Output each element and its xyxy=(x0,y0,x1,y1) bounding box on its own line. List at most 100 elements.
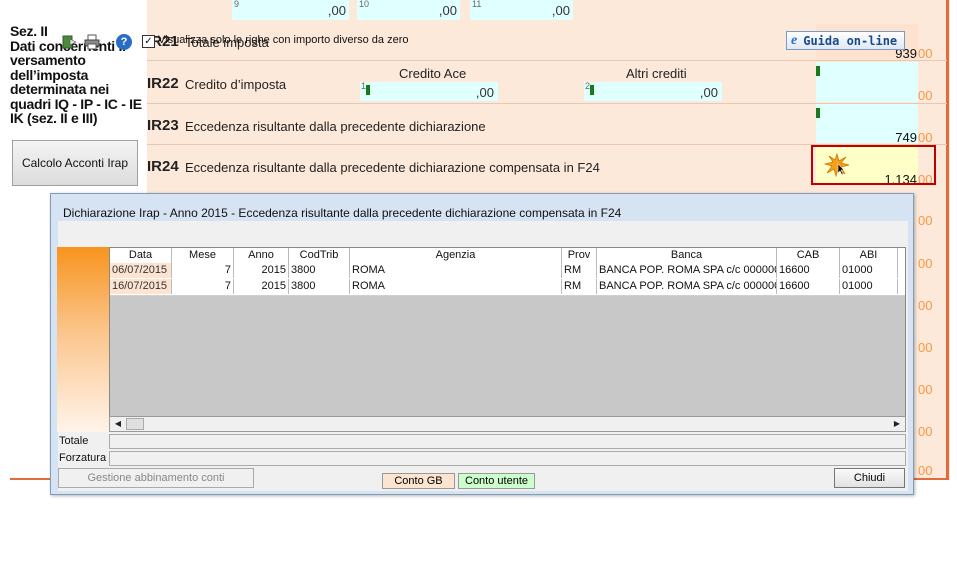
hidden-row-decimals: 00 xyxy=(918,424,933,439)
button-label: Guida on-line xyxy=(803,33,898,48)
cell-mese: 7 xyxy=(172,279,234,294)
cell-prov: RM xyxy=(562,263,597,278)
gestione-abbinamento-button[interactable]: Gestione abbinamento conti xyxy=(58,468,254,488)
legend-label: Conto GB xyxy=(394,475,443,487)
form-right-border xyxy=(946,0,949,480)
cell-banca: BANCA POP. ROMA SPA c/c 0000000 xyxy=(599,279,777,294)
cell-cab: 16600 xyxy=(777,279,840,294)
col-header-banca[interactable]: Banca xyxy=(597,248,777,263)
legend-conto-utente: Conto utente xyxy=(458,473,535,489)
top-field-11[interactable]: 11 ,00 xyxy=(470,0,573,20)
cell-anno: 2015 xyxy=(234,279,289,294)
totale-field xyxy=(109,434,906,449)
cell-agenzia: ROMA xyxy=(350,279,562,294)
f24-table: Data Mese Anno CodTrib Agenzia Prov Banc… xyxy=(109,247,906,431)
export-icon[interactable] xyxy=(62,34,78,50)
legend-conto-gb: Conto GB xyxy=(382,473,455,489)
col-header-prov[interactable]: Prov xyxy=(562,248,597,263)
cursor-marker xyxy=(816,108,820,118)
hidden-row-decimals: 00 xyxy=(918,298,933,313)
field-value: ,00 xyxy=(475,85,494,100)
cell-data: 06/07/2015 xyxy=(110,263,172,278)
col-header-data[interactable]: Data xyxy=(110,248,172,263)
button-label: Gestione abbinamento conti xyxy=(87,472,225,484)
section-title-line: Dati concernenti il versamento dell’impo… xyxy=(10,37,142,112)
credito-ace-field[interactable]: 1 ,00 xyxy=(360,81,498,101)
guida-online-button[interactable]: e Guida on-line xyxy=(786,31,905,50)
table-header: Data Mese Anno CodTrib Agenzia Prov Banc… xyxy=(110,248,905,264)
cursor-marker xyxy=(366,85,370,95)
cell-agenzia: ROMA xyxy=(350,263,562,278)
cell-mese: 7 xyxy=(172,263,234,278)
col-header-anno[interactable]: Anno xyxy=(234,248,289,263)
cell-data: 16/07/2015 xyxy=(110,279,172,294)
cursor-marker xyxy=(590,85,594,95)
dialog-title: Dichiarazione Irap - Anno 2015 - Ecceden… xyxy=(63,206,622,220)
button-label: Calcolo Acconti Irap xyxy=(21,156,129,170)
credito-ace-label: Credito Ace xyxy=(399,66,467,81)
print-icon[interactable] xyxy=(84,34,100,50)
visualizza-checkbox[interactable]: ✓ xyxy=(142,35,155,48)
hidden-row-decimals: 00 xyxy=(918,463,933,478)
ir23-decimals: 00 xyxy=(918,130,933,145)
calcolo-acconti-button[interactable]: Calcolo Acconti Irap xyxy=(12,140,138,186)
cursor-marker xyxy=(816,66,820,76)
col-header-codtrib[interactable]: CodTrib xyxy=(289,248,350,263)
field-value: ,00 xyxy=(327,3,346,18)
cell-abi: 01000 xyxy=(840,263,898,278)
totale-label: Totale xyxy=(59,435,89,447)
row-code-ir24: IR24 xyxy=(147,158,179,175)
ir22-value-field[interactable] xyxy=(816,62,918,102)
hidden-row-decimals: 00 xyxy=(918,213,933,228)
row-code-ir23: IR23 xyxy=(147,117,179,134)
hidden-row-decimals: 00 xyxy=(918,256,933,271)
col-header-abi[interactable]: ABI xyxy=(840,248,898,263)
legend-label: Conto utente xyxy=(465,475,528,487)
col-header-mese[interactable]: Mese xyxy=(172,248,234,263)
field-number: 9 xyxy=(234,0,240,9)
chiudi-button[interactable]: Chiudi xyxy=(834,468,905,488)
field-number: 11 xyxy=(472,0,482,9)
field-value: ,00 xyxy=(699,85,718,100)
col-header-cab[interactable]: CAB xyxy=(777,248,840,263)
orange-sidebar xyxy=(57,247,109,432)
browser-icon: e xyxy=(791,32,798,48)
altri-crediti-label: Altri crediti xyxy=(626,66,687,81)
hidden-row-decimals: 00 xyxy=(918,382,933,397)
scroll-left-icon[interactable]: ◀ xyxy=(110,417,126,431)
row-desc-ir22: Credito d’imposta xyxy=(185,77,287,92)
forzatura-label: Forzatura xyxy=(59,452,107,464)
cell-codtrib: 3800 xyxy=(289,263,350,278)
field-number: 10 xyxy=(359,0,370,9)
cell-prov: RM xyxy=(562,279,597,294)
button-label: Chiudi xyxy=(853,472,886,484)
table-row[interactable]: 06/07/2015 7 2015 3800 ROMA RM BANCA POP… xyxy=(110,263,905,280)
ir22-decimals: 00 xyxy=(918,88,933,103)
row-desc-ir23: Eccedenza risultante dalla precedente di… xyxy=(185,119,486,134)
field-value: ,00 xyxy=(438,3,457,18)
forzatura-field[interactable] xyxy=(109,451,906,466)
top-field-10[interactable]: 10 ,00 xyxy=(357,0,460,20)
scroll-thumb[interactable] xyxy=(126,418,144,430)
top-field-9[interactable]: 9 ,00 xyxy=(232,0,349,20)
ir23-value: 749 xyxy=(895,130,917,145)
row-code-ir22: IR22 xyxy=(147,75,179,92)
help-icon[interactable]: ? xyxy=(116,34,132,50)
field-value: ,00 xyxy=(551,3,570,18)
col-header-agenzia[interactable]: Agenzia xyxy=(350,248,562,263)
hidden-row-decimals: 00 xyxy=(918,340,933,355)
row-divider xyxy=(147,60,947,61)
scroll-right-icon[interactable]: ▶ xyxy=(889,417,905,431)
cell-banca: BANCA POP. ROMA SPA c/c 0000000 xyxy=(599,263,777,278)
visualizza-checkbox-label: Visualizza solo le righe con importo div… xyxy=(158,34,409,46)
ir21-decimals: 00 xyxy=(918,46,933,61)
section-title-line: IK (sez. II e III) xyxy=(10,110,98,126)
cell-anno: 2015 xyxy=(234,263,289,278)
cell-codtrib: 3800 xyxy=(289,279,350,294)
ir24-highlight-box xyxy=(811,145,936,185)
cell-abi: 01000 xyxy=(840,279,898,294)
row-desc-ir24: Eccedenza risultante dalla precedente di… xyxy=(185,160,600,175)
horizontal-scrollbar[interactable]: ◀ ▶ xyxy=(109,416,906,432)
table-row[interactable]: 16/07/2015 7 2015 3800 ROMA RM BANCA POP… xyxy=(110,279,905,296)
altri-crediti-field[interactable]: 2 ,00 xyxy=(584,81,722,101)
